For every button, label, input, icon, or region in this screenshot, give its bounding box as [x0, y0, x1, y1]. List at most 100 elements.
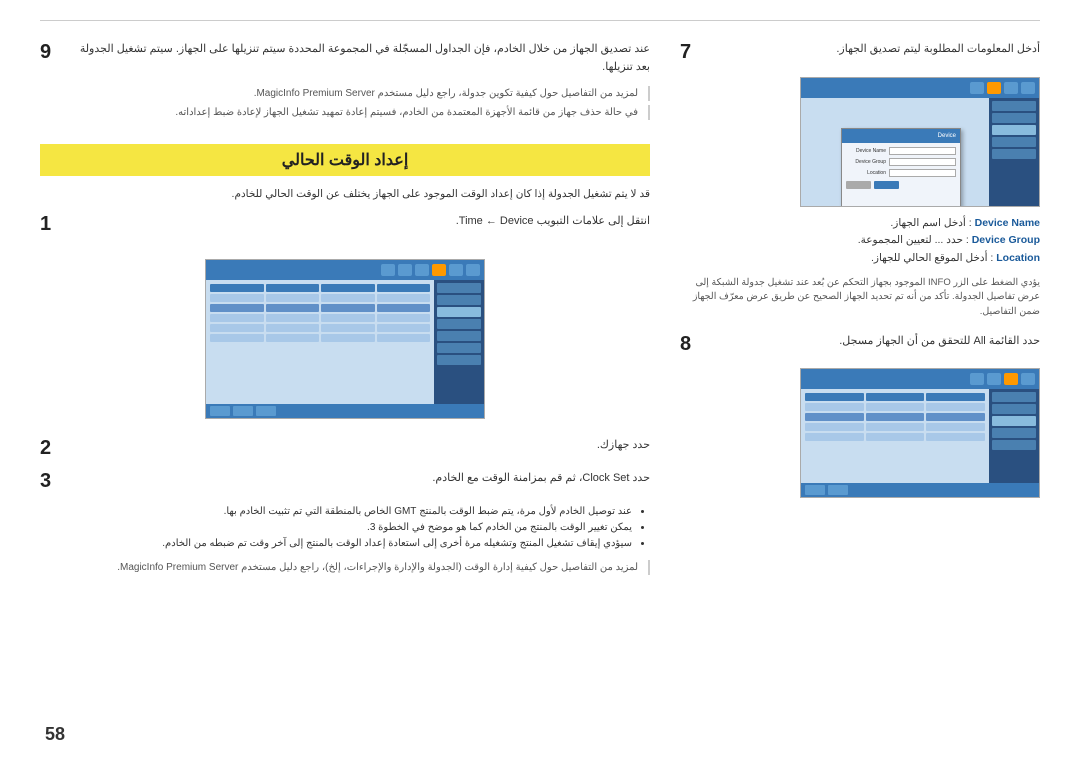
info-item-name: Device Name : أدخل اسم الجهاز. [680, 215, 1040, 233]
left-bullet-1: عند توصيل الخادم لأول مرة، يتم ضبط الوقت… [40, 504, 632, 520]
rs2-c4 [926, 413, 985, 421]
rs2-c9 [805, 423, 864, 431]
rs2-h1 [926, 393, 985, 401]
section-desc: قد لا يتم تشغيل الجدولة إذا كان إعداد ال… [40, 186, 650, 203]
info-item-group: Device Group : حدد ... لتعيين المجموعة. [680, 232, 1040, 250]
rs2-n2 [992, 404, 1036, 414]
ss-d12 [210, 314, 264, 322]
sub-step-1-content: انتقل إلى علامات التبويب Time ← Device. [68, 213, 650, 241]
ss-d8 [210, 304, 264, 312]
ss-data-row-1 [210, 294, 430, 302]
rs2-b1 [828, 485, 848, 495]
ss-d18 [321, 334, 375, 342]
ss-bottom-btn-1 [256, 406, 276, 416]
rs1-dialog-title: Device [842, 129, 960, 143]
rs1-main: Device Device Name Device G [801, 98, 989, 206]
ss-nav-4 [437, 319, 481, 329]
rs1-nav [989, 98, 1039, 206]
ss-toolbar-btn-2 [449, 264, 463, 276]
rs2-toolbar [801, 369, 1039, 389]
step-7-content: أدخل المعلومات المطلوبة ليتم تصديق الجها… [708, 41, 1040, 69]
step-8-content: حدد القائمة All للتحقق من أن الجهاز مسجل… [708, 333, 1040, 361]
ss-h1 [377, 284, 431, 292]
step-9-note1: لمزيد من التفاصيل حول كيفية تكوين جدولة،… [68, 86, 650, 101]
ss-nav-5 [437, 331, 481, 341]
rs1-btn3 [987, 82, 1001, 94]
ss-d10 [321, 314, 375, 322]
rs2-r2 [805, 413, 985, 421]
rs1-cancel-btn [846, 181, 871, 189]
left-bullet-list: عند توصيل الخادم لأول مرة، يتم ضبط الوقت… [40, 504, 650, 552]
rs1-content: Device Device Name Device G [801, 98, 1039, 206]
rs1-group-input [889, 158, 956, 166]
rs2-h3 [805, 393, 864, 401]
rs2-n3 [992, 416, 1036, 426]
rs2-r3 [805, 423, 985, 431]
ss-bottom-btn-2 [233, 406, 253, 416]
rs2-n4 [992, 428, 1036, 438]
rs2-btn4 [970, 373, 984, 385]
step-7-note: يؤدي الضغط على الزر INFO الموجود بجهاز ا… [680, 276, 1040, 319]
sub-step-2-content: حدد جهازك. [68, 437, 650, 465]
ss-d1 [377, 294, 431, 302]
rs2-b2 [805, 485, 825, 495]
sub-step-3-number: 3 [40, 470, 62, 493]
rs1-btn2 [1004, 82, 1018, 94]
ss-d14 [321, 324, 375, 332]
rs1-name-input [889, 147, 956, 155]
left-bullet-3: سيؤدي إيقاف تشغيل المنتج وتشغيله مرة أخر… [40, 536, 632, 552]
step-7-row: أدخل المعلومات المطلوبة ليتم تصديق الجها… [680, 41, 1040, 69]
rs1-dialog: Device Device Name Device G [841, 128, 961, 207]
page-container: عند تصديق الجهاز من خلال الخادم، فإن الج… [0, 0, 1080, 763]
ss-bottom-btn-3 [210, 406, 230, 416]
left-screenshot-container [40, 249, 650, 429]
ss-nav-2 [437, 295, 481, 305]
rs2-c2 [866, 403, 925, 411]
rs2-btn1 [1021, 373, 1035, 385]
rs1-field-loc: Location [846, 169, 956, 177]
rs2-c6 [805, 413, 864, 421]
rs1-loc-input [889, 169, 956, 177]
ss-d16 [210, 324, 264, 332]
sub-step-3-text: حدد Clock Set، ثم قم بمزامنة الوقت مع ال… [68, 470, 650, 488]
rs2-h2 [866, 393, 925, 401]
right-column: أدخل المعلومات المطلوبة ليتم تصديق الجها… [680, 41, 1040, 704]
ss-header-row [210, 284, 430, 292]
rs1-field-name: Device Name [846, 147, 956, 155]
step-9-content: عند تصديق الجهاز من خلال الخادم، فإن الج… [68, 41, 650, 124]
rs2-c11 [866, 433, 925, 441]
step-9-number: 9 [40, 41, 62, 64]
ss-data-row-3 [210, 314, 430, 322]
rs2-c5 [866, 413, 925, 421]
step-9-row: عند تصديق الجهاز من خلال الخادم، فإن الج… [40, 41, 650, 124]
top-divider [40, 20, 1040, 21]
ss-toolbar-btn-4 [415, 264, 429, 276]
ss-d4 [210, 294, 264, 302]
rs2-btn3 [987, 373, 1001, 385]
left-note3: لمزيد من التفاصيل حول كيفية إدارة الوقت … [40, 560, 650, 575]
left-bullet-2: يمكن تغيير الوقت بالمنتج من الخادم كما ه… [40, 520, 632, 536]
rs2-c10 [926, 433, 985, 441]
rs2-main [801, 389, 989, 497]
left-screenshot [205, 259, 485, 419]
info-item-location: Location : أدخل الموقع الحالي للجهاز. [680, 250, 1040, 268]
ss-d3 [266, 294, 320, 302]
rs2-c3 [805, 403, 864, 411]
rs2-bottom [801, 483, 1039, 497]
right-screenshot-1: Device Device Name Device G [800, 77, 1040, 207]
step-7-intro: أدخل المعلومات المطلوبة ليتم تصديق الجها… [708, 41, 1040, 59]
ss-bottom-bar [206, 404, 484, 418]
ss-nav-1 [437, 283, 481, 293]
ss-data-row-5 [210, 334, 430, 342]
rs1-field-group: Device Group [846, 158, 956, 166]
step-8-section: حدد القائمة All للتحقق من أن الجهاز مسجل… [680, 333, 1040, 499]
ss-d17 [377, 334, 431, 342]
rs2-c8 [866, 423, 925, 431]
ss-content-area [206, 280, 484, 418]
ss-right-content [206, 280, 434, 418]
ss-d20 [210, 334, 264, 342]
section-heading: إعداد الوقت الحالي [40, 144, 650, 176]
rs2-c1 [926, 403, 985, 411]
step-9-note2: في حالة حذف جهاز من قائمة الأجهزة المعتم… [68, 105, 650, 120]
right-info-list: Device Name : أدخل اسم الجهاز. Device Gr… [680, 215, 1040, 269]
